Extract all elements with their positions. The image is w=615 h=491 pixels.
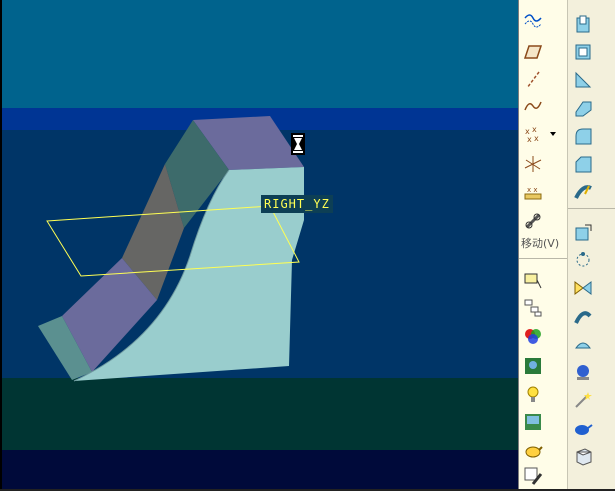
- mirror-icon[interactable]: [571, 276, 595, 300]
- warp-icon[interactable]: [571, 220, 595, 244]
- move-button-label[interactable]: 移动(V): [521, 235, 559, 251]
- svg-text:x: x: [527, 135, 532, 144]
- image-icon[interactable]: [521, 410, 545, 434]
- shell-icon[interactable]: [571, 40, 595, 64]
- datum-point-dropdown-icon[interactable]: [550, 132, 556, 136]
- surface-patch-icon[interactable]: [571, 360, 595, 384]
- light-icon[interactable]: [521, 382, 545, 406]
- surface-icon[interactable]: [571, 332, 595, 356]
- graphics-viewport[interactable]: RIGHT_YZ: [1, 0, 519, 489]
- layer-tree-icon[interactable]: [521, 296, 545, 320]
- copy-move-icon[interactable]: [521, 209, 545, 233]
- color-appearance-icon[interactable]: [521, 324, 545, 348]
- model-3d-view[interactable]: [2, 0, 519, 489]
- svg-text:x x: x x: [527, 186, 538, 194]
- coordinate-system-icon[interactable]: [521, 152, 545, 176]
- trim-icon[interactable]: [571, 304, 595, 328]
- analysis-feature-icon[interactable]: x x: [521, 180, 545, 204]
- datum-plane-label[interactable]: RIGHT_YZ: [261, 195, 333, 213]
- scene-icon[interactable]: [521, 354, 545, 378]
- datum-point-icon[interactable]: xxxx: [521, 122, 545, 146]
- protrusion-icon[interactable]: [571, 96, 595, 120]
- round-icon[interactable]: [571, 124, 595, 148]
- datum-plane-icon[interactable]: [521, 40, 545, 64]
- note-icon[interactable]: [521, 268, 545, 292]
- svg-text:x: x: [532, 125, 537, 134]
- extrude-icon[interactable]: [571, 12, 595, 36]
- svg-text:x: x: [534, 134, 539, 143]
- paint-icon[interactable]: [521, 464, 545, 488]
- sweep-icon[interactable]: [571, 180, 595, 204]
- magic-wand-icon[interactable]: [571, 416, 595, 440]
- chamfer-icon[interactable]: [571, 152, 595, 176]
- rib-icon[interactable]: [571, 68, 595, 92]
- pattern-icon[interactable]: [571, 248, 595, 272]
- toolbar-features: [567, 0, 615, 489]
- toolbar-datum: xxxx x x 移动(V): [518, 0, 568, 489]
- teapot-icon[interactable]: [521, 438, 545, 462]
- toolbar-separator: [519, 258, 568, 259]
- cube-render-icon[interactable]: [571, 444, 595, 468]
- datum-curve-icon[interactable]: [521, 94, 545, 118]
- datum-curve-sketch-icon[interactable]: [521, 8, 545, 32]
- toolbar-separator: [568, 208, 615, 209]
- datum-axis-icon[interactable]: [521, 68, 545, 92]
- hourglass-cursor-icon: [291, 133, 305, 155]
- sphere-render-icon[interactable]: [571, 388, 595, 412]
